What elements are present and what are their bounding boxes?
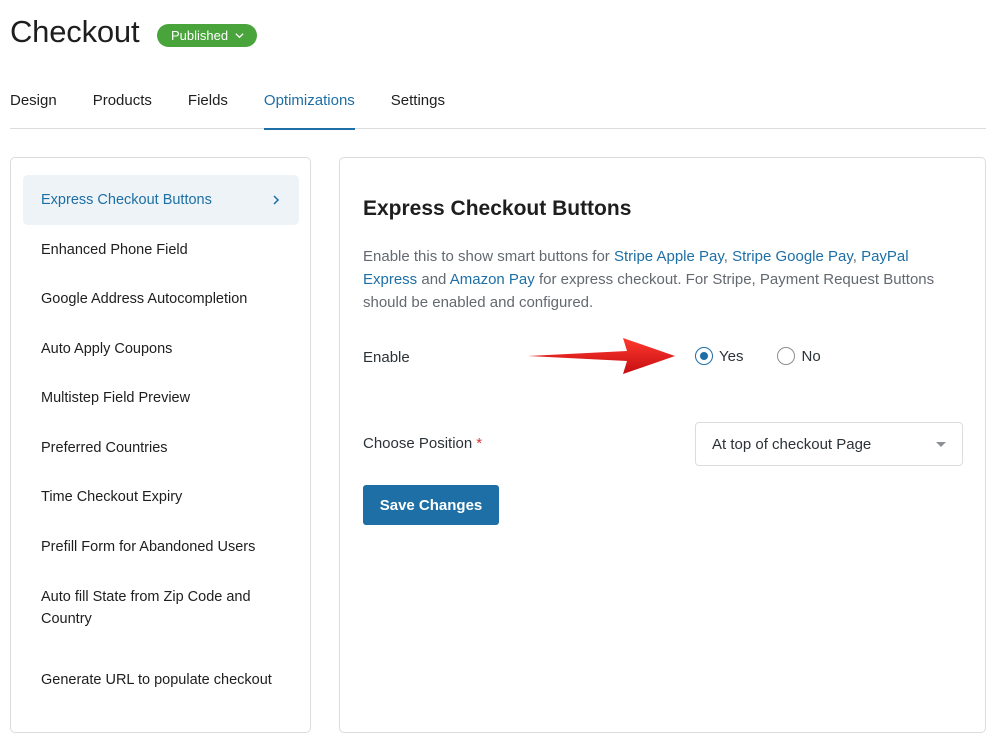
radio-unchecked-icon	[777, 347, 796, 365]
enable-yes-label: Yes	[719, 347, 744, 365]
position-select[interactable]: At top of checkout Page	[695, 422, 963, 466]
chevron-right-icon	[273, 195, 280, 205]
sidebar-item-preferred-countries[interactable]: Preferred Countries	[23, 423, 299, 472]
enable-no-radio[interactable]: No	[777, 347, 821, 365]
desc-text: Enable this to show smart buttons for	[363, 248, 614, 265]
sidebar-item-label: Time Checkout Expiry	[41, 489, 183, 505]
desc-separator: ,	[723, 248, 733, 265]
tab-optimizations[interactable]: Optimizations	[263, 80, 355, 130]
sidebar-item-label: Express Checkout Buttons	[41, 192, 212, 208]
sidebar-item-multistep-field-preview[interactable]: Multistep Field Preview	[23, 373, 299, 423]
panel-title: Express Checkout Buttons	[363, 197, 632, 220]
choose-position-text: Choose Position	[363, 435, 473, 452]
optimizations-sidebar: Express Checkout Buttons Enhanced Phone …	[10, 157, 311, 733]
sidebar-item-generate-url[interactable]: Generate URL to populate checkout	[23, 644, 299, 715]
choose-position-label: Choose Position *	[363, 435, 482, 452]
sidebar-item-auto-fill-state-zip[interactable]: Auto fill State from Zip Code and Countr…	[23, 571, 299, 644]
panel-description: Enable this to show smart buttons for St…	[363, 245, 953, 314]
sidebar-item-express-checkout-buttons[interactable]: Express Checkout Buttons	[23, 175, 299, 225]
tab-products[interactable]: Products	[93, 80, 152, 129]
caret-down-icon	[936, 441, 946, 447]
enable-label: Enable	[363, 349, 410, 366]
sidebar-item-google-address-autocompletion[interactable]: Google Address Autocompletion	[23, 274, 299, 324]
radio-checked-icon	[695, 347, 713, 365]
tab-settings[interactable]: Settings	[391, 80, 445, 129]
settings-panel: Express Checkout Buttons Enable this to …	[339, 157, 986, 733]
sidebar-item-label: Auto Apply Coupons	[41, 340, 173, 357]
tab-fields[interactable]: Fields	[188, 80, 228, 129]
red-arrow-annotation-icon	[528, 338, 675, 374]
sidebar-item-auto-apply-coupons[interactable]: Auto Apply Coupons	[23, 324, 299, 373]
position-select-value: At top of checkout Page	[712, 435, 872, 453]
enable-yes-radio[interactable]: Yes	[695, 347, 743, 365]
stripe-apple-pay-link[interactable]: Stripe Apple Pay	[614, 248, 724, 265]
sidebar-item-label: Preferred Countries	[41, 439, 168, 456]
required-marker: *	[476, 435, 483, 452]
page-title: Checkout	[10, 14, 140, 49]
tab-bar: Design Products Fields Optimizations Set…	[10, 80, 986, 130]
sidebar-item-label: Generate URL to populate checkout	[41, 671, 272, 688]
sidebar-item-label: Auto fill State from Zip Code and Countr…	[41, 588, 251, 627]
status-badge[interactable]: Published	[157, 24, 258, 47]
enable-no-label: No	[801, 347, 821, 365]
enable-radio-group: Yes No	[695, 347, 821, 365]
sidebar-item-label: Enhanced Phone Field	[41, 241, 188, 258]
stripe-google-pay-link[interactable]: Stripe Google Pay	[732, 248, 853, 265]
sidebar-item-prefill-form-abandoned-users[interactable]: Prefill Form for Abandoned Users	[23, 522, 299, 571]
sidebar-item-enhanced-phone-field[interactable]: Enhanced Phone Field	[23, 225, 299, 274]
chevron-down-icon	[235, 33, 244, 39]
save-changes-button[interactable]: Save Changes	[363, 485, 499, 525]
status-badge-label: Published	[171, 28, 229, 43]
sidebar-item-label: Google Address Autocompletion	[41, 291, 248, 307]
sidebar-item-label: Prefill Form for Abandoned Users	[41, 538, 256, 555]
amazon-pay-link[interactable]: Amazon Pay	[450, 271, 535, 288]
desc-text: and	[417, 271, 450, 288]
desc-separator: ,	[852, 248, 862, 265]
tab-design[interactable]: Design	[10, 80, 57, 129]
sidebar-item-label: Multistep Field Preview	[41, 390, 191, 406]
sidebar-item-time-checkout-expiry[interactable]: Time Checkout Expiry	[23, 472, 299, 522]
